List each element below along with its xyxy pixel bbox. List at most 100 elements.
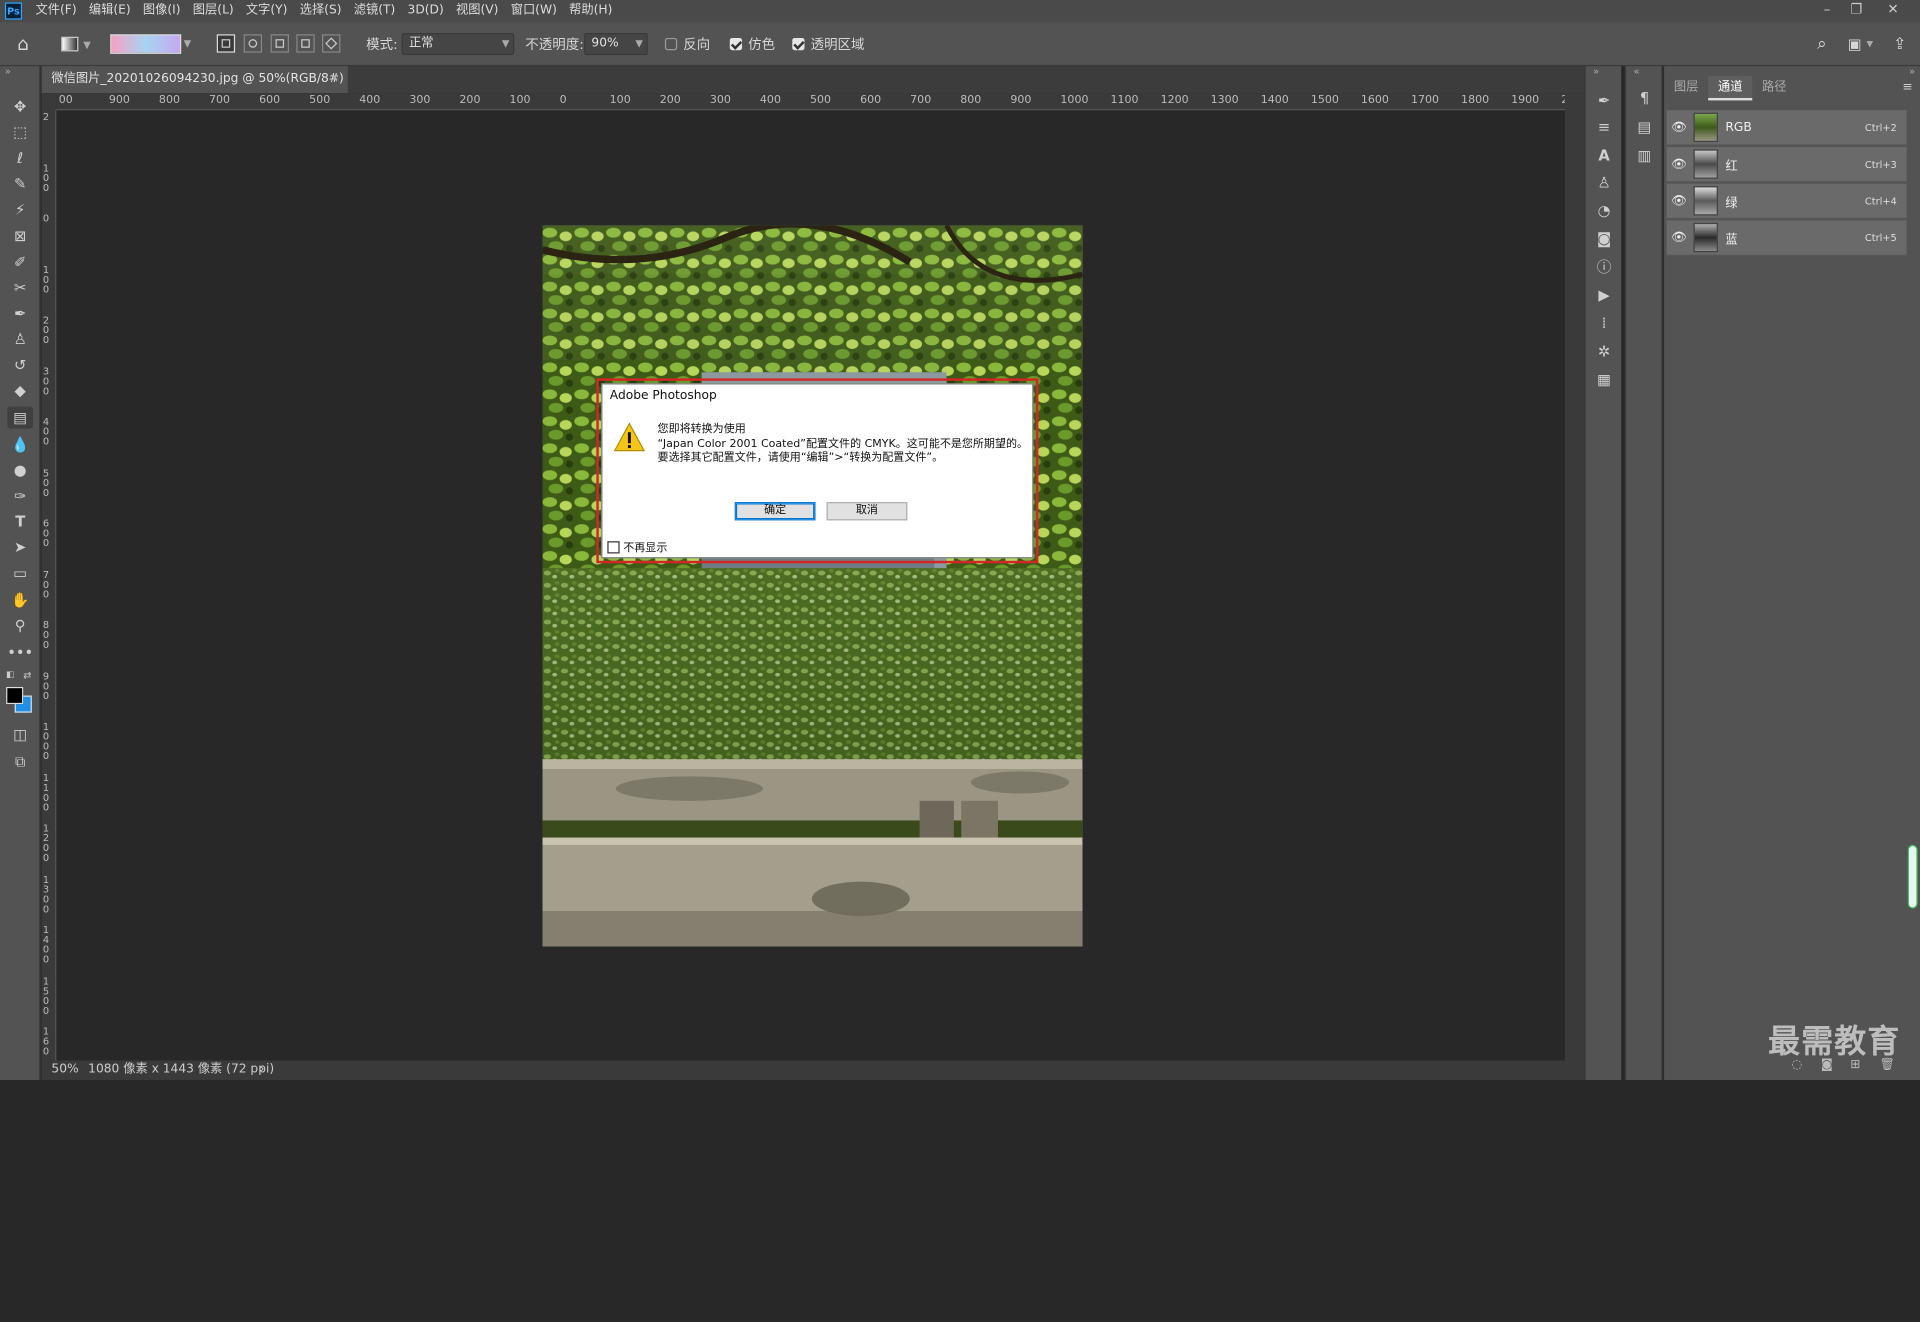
eye-icon[interactable]: 👁 [1669, 157, 1689, 170]
angle-gradient-button[interactable] [270, 34, 289, 53]
dodge-tool-icon[interactable]: ● [7, 459, 33, 481]
lasso-tool-icon[interactable]: ℓ [7, 147, 33, 169]
actions-play-icon[interactable]: ▶ [1593, 285, 1615, 305]
channel-row-red[interactable]: 👁 红 Ctrl+3 [1666, 146, 1907, 183]
collapse-icon[interactable]: » [1593, 66, 1599, 77]
minimize-button[interactable]: – [1815, 0, 1839, 20]
menu-view[interactable]: 视图(V) [450, 0, 505, 22]
rectangle-tool-icon[interactable]: ▭ [7, 562, 33, 584]
marquee-tool-icon[interactable]: ⬚ [7, 121, 33, 143]
menu-help[interactable]: 帮助(H) [563, 0, 619, 22]
close-window-button[interactable]: ✕ [1881, 0, 1905, 20]
paragraph-icon[interactable]: ¶ [1633, 88, 1655, 108]
menu-3d[interactable]: 3D(D) [401, 0, 449, 22]
libraries-icon[interactable]: ◙ [1593, 229, 1615, 249]
workspace-icon[interactable]: ▣ ▼ [1848, 22, 1873, 66]
dont-show-again-checkbox[interactable]: 不再显示 [607, 539, 667, 555]
menu-type[interactable]: 文字(Y) [240, 0, 294, 22]
vertical-scrollbar[interactable] [1564, 93, 1585, 1061]
character-icon[interactable]: A [1593, 146, 1615, 166]
info-icon[interactable]: ⓘ [1593, 257, 1615, 277]
share-icon[interactable]: ⇪ [1893, 22, 1906, 66]
collapse-icon[interactable]: » [1909, 66, 1915, 77]
foreground-color-swatch[interactable] [6, 686, 24, 705]
history-brush-tool-icon[interactable]: ↺ [7, 354, 33, 376]
default-colors-icon[interactable]: ◧ [6, 670, 14, 680]
radial-gradient-button[interactable] [243, 34, 263, 53]
mode-select[interactable]: 正常 ▼ [401, 33, 515, 56]
checkbox-checked-icon [792, 37, 805, 51]
frame-tool-icon[interactable]: ⊠ [7, 225, 33, 247]
panel-menu-icon[interactable]: ≡ [1902, 81, 1912, 94]
brush-settings-icon[interactable]: ✒ [1593, 91, 1615, 111]
pen-tool-icon[interactable]: ✑ [7, 485, 33, 507]
screen-mode-icon[interactable]: ⧉ [7, 751, 33, 773]
paragraph-styles-icon[interactable]: ▤ [1633, 118, 1655, 138]
opacity-input[interactable]: 90% ▼ [584, 33, 648, 56]
home-icon[interactable]: ⌂ [17, 22, 29, 66]
ok-button[interactable]: 确定 [734, 502, 816, 521]
3d-icon[interactable]: ✲ [1593, 342, 1615, 362]
reflected-gradient-button[interactable] [296, 34, 315, 53]
adjustments-icon[interactable]: ≡ [1593, 118, 1615, 138]
swap-colors-icon[interactable]: ⇄ [23, 670, 31, 681]
menu-edit[interactable]: 编辑(E) [83, 0, 137, 22]
channel-row-green[interactable]: 👁 绿 Ctrl+4 [1666, 183, 1907, 220]
cancel-button[interactable]: 取消 [826, 502, 908, 521]
zoom-tool-icon[interactable]: ⚲ [7, 615, 33, 637]
more-tools-icon[interactable]: ••• [7, 642, 33, 664]
tab-layers[interactable]: 图层 [1664, 76, 1708, 100]
document-tab[interactable]: 微信图片_20201026094230.jpg @ 50%(RGB/8#) × [41, 66, 348, 94]
eye-icon[interactable]: 👁 [1669, 231, 1689, 244]
menu-image[interactable]: 图像(I) [137, 0, 187, 22]
magic-wand-tool-icon[interactable]: ⚡ [7, 198, 33, 220]
move-tool-icon[interactable]: ✥ [7, 96, 33, 118]
eye-icon[interactable]: 👁 [1669, 194, 1689, 207]
channel-row-blue[interactable]: 👁 蓝 Ctrl+5 [1666, 220, 1907, 256]
collapse-icon[interactable]: » [5, 66, 11, 77]
blur-tool-icon[interactable]: 💧 [7, 433, 33, 455]
document-photo[interactable] [542, 225, 1083, 947]
history-icon[interactable]: ◔ [1593, 201, 1615, 221]
tab-paths[interactable]: 路径 [1752, 76, 1796, 100]
collapse-icon[interactable]: « [1633, 66, 1639, 77]
eyedropper-tool-icon[interactable]: ✐ [7, 251, 33, 273]
diamond-gradient-button[interactable] [322, 34, 341, 53]
status-menu-arrow[interactable]: › [260, 1060, 265, 1080]
restore-button[interactable]: ❐ [1844, 0, 1868, 20]
side-scroll-indicator[interactable] [1907, 844, 1918, 909]
gradient-swatch[interactable] [110, 34, 182, 54]
zoom-level[interactable]: 50% [51, 1060, 78, 1080]
tool-preset-picker[interactable]: ▼ [61, 22, 91, 66]
channel-row-rgb[interactable]: 👁 RGB Ctrl+2 [1666, 110, 1907, 146]
menu-file[interactable]: 文件(F) [29, 0, 82, 22]
path-selection-tool-icon[interactable]: ➤ [7, 536, 33, 558]
tab-channels[interactable]: 通道 [1708, 75, 1753, 101]
hand-tool-icon[interactable]: ✋ [7, 589, 33, 611]
transparency-checkbox[interactable]: 透明区域 [792, 22, 864, 66]
dither-checkbox[interactable]: 仿色 [729, 22, 775, 66]
quick-selection-tool-icon[interactable]: ✎ [7, 173, 33, 195]
linear-gradient-button[interactable] [216, 34, 236, 53]
properties-icon[interactable]: ⁞ [1593, 313, 1615, 333]
stamp-tool-icon[interactable]: ♙ [7, 328, 33, 350]
eraser-tool-icon[interactable]: ◆ [7, 380, 33, 402]
eye-icon[interactable]: 👁 [1669, 121, 1689, 134]
menu-filter[interactable]: 滤镜(T) [348, 0, 402, 22]
panel-tabs: 图层 通道 路径 [1664, 75, 1796, 101]
clone-source-icon[interactable]: ♙ [1593, 173, 1615, 193]
reverse-checkbox[interactable]: 反向 [664, 22, 710, 66]
menu-window[interactable]: 窗口(W) [505, 0, 563, 22]
gradient-dropdown-chevron-icon[interactable]: ▼ [184, 34, 192, 54]
close-tab-icon[interactable]: × [329, 66, 339, 93]
type-tool-icon[interactable]: T [7, 511, 33, 533]
swatches-grid-icon[interactable]: ▦ [1593, 370, 1615, 390]
quick-mask-icon[interactable]: ◫ [7, 724, 33, 746]
gradient-tool-icon[interactable]: ▤ [7, 406, 34, 429]
menu-select[interactable]: 选择(S) [294, 0, 348, 22]
search-icon[interactable]: ⌕ [1817, 22, 1827, 66]
notes-icon[interactable]: ▥ [1633, 146, 1655, 166]
brush-tool-icon[interactable]: ✒ [7, 302, 33, 324]
menu-layer[interactable]: 图层(L) [187, 0, 240, 22]
crop-tool-icon[interactable]: ✂ [7, 277, 33, 299]
